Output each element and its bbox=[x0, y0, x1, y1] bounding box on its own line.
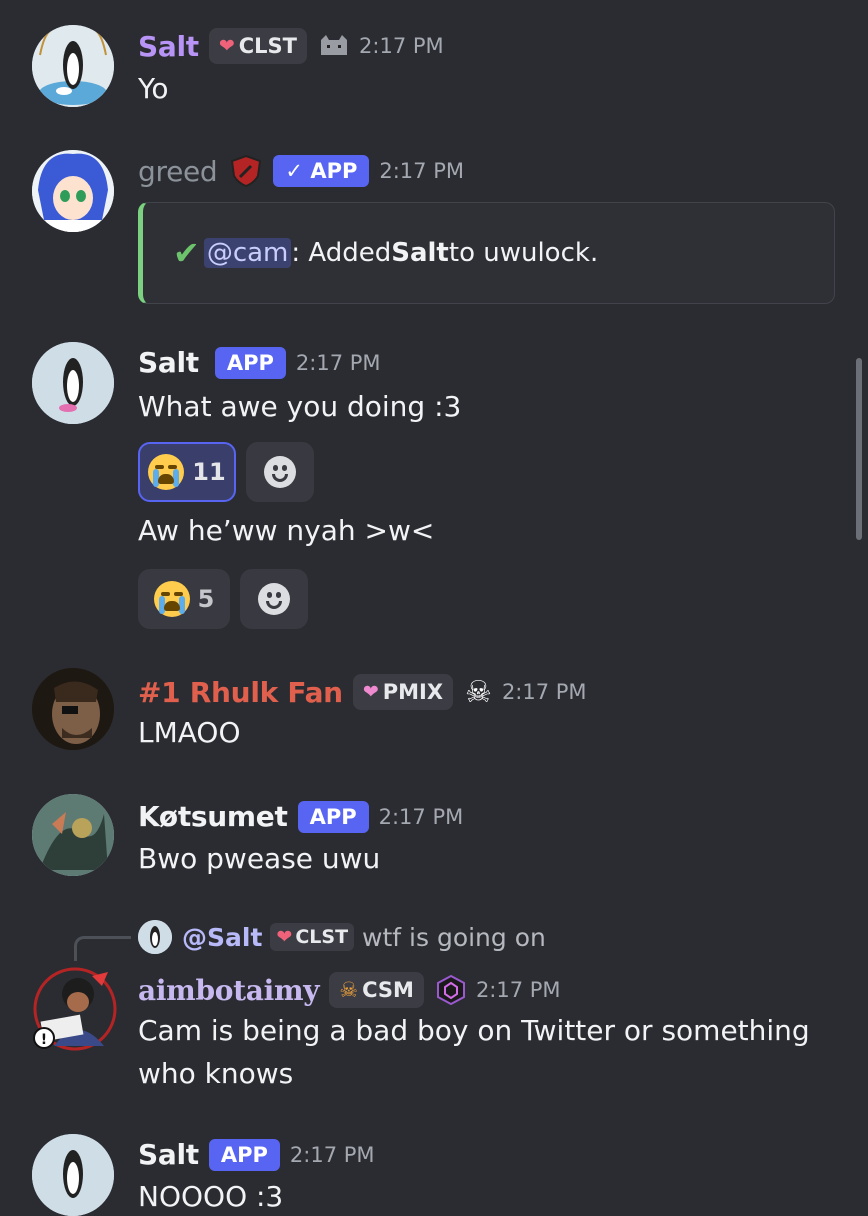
app-badge: APP bbox=[297, 800, 369, 833]
user-mention[interactable]: @cam bbox=[203, 238, 292, 268]
timestamp: 2:17 PM bbox=[378, 804, 464, 829]
guild-tag[interactable]: ❤ PMIX bbox=[352, 674, 454, 710]
reply-preview[interactable]: @Salt ❤ CLST wtf is going on bbox=[138, 920, 546, 954]
message-text: Aw he’ww nyah >w< bbox=[138, 514, 435, 547]
timestamp: 2:17 PM bbox=[295, 350, 381, 375]
username[interactable]: #1 Rhulk Fan bbox=[138, 676, 343, 709]
add-reaction-button[interactable] bbox=[240, 569, 308, 629]
username[interactable]: Salt bbox=[138, 30, 199, 63]
guild-tag[interactable]: ❤ CLST bbox=[270, 923, 355, 951]
sob-emoji bbox=[153, 581, 190, 617]
cat-icon bbox=[319, 35, 349, 57]
avatar[interactable]: ! bbox=[32, 966, 117, 1051]
avatar[interactable] bbox=[32, 150, 114, 232]
message-text: Bwo pwease uwu bbox=[138, 842, 381, 875]
guild-tag[interactable]: ❤ CLST bbox=[208, 28, 308, 64]
guild-tag[interactable]: ☠ CSM bbox=[329, 972, 424, 1008]
message-text: LMAOO bbox=[138, 716, 241, 749]
app-badge: APP bbox=[208, 1138, 280, 1171]
username[interactable]: greed bbox=[138, 155, 218, 188]
app-badge: APP bbox=[214, 346, 286, 379]
message-text: What awe you doing :3 bbox=[138, 390, 462, 423]
timestamp: 2:17 PM bbox=[475, 978, 561, 1002]
smile-icon bbox=[264, 456, 296, 488]
smile-icon bbox=[258, 583, 290, 615]
timestamp: 2:17 PM bbox=[289, 1142, 375, 1167]
message-text: Cam is being a bad boy on Twitter or som… bbox=[138, 1014, 810, 1047]
message-text: NOOOO :3 bbox=[138, 1180, 284, 1213]
reply-text: wtf is going on bbox=[362, 922, 546, 952]
timestamp: 2:17 PM bbox=[501, 680, 587, 704]
heart-icon: ❤ bbox=[276, 926, 293, 948]
username[interactable]: aimbotaimy bbox=[138, 974, 320, 1007]
avatar[interactable] bbox=[32, 668, 114, 750]
avatar bbox=[138, 920, 172, 954]
skull-icon: ☠ bbox=[339, 978, 359, 1002]
timestamp: 2:17 PM bbox=[379, 159, 464, 183]
reaction-count: 11 bbox=[192, 458, 226, 486]
embed-text: : Added bbox=[291, 238, 392, 268]
hexagon-badge-icon bbox=[436, 974, 466, 1006]
avatar[interactable] bbox=[32, 1134, 114, 1216]
username[interactable]: Køtsumet bbox=[138, 800, 288, 833]
reaction-sob[interactable]: 11 bbox=[138, 442, 236, 502]
avatar[interactable] bbox=[32, 342, 114, 424]
reply-username[interactable]: @Salt bbox=[182, 923, 262, 952]
username[interactable]: Salt bbox=[138, 1138, 199, 1171]
add-reaction-button[interactable] bbox=[246, 442, 314, 502]
message-text: who knows bbox=[138, 1057, 294, 1090]
avatar[interactable] bbox=[32, 25, 114, 107]
scrollbar[interactable] bbox=[856, 358, 862, 540]
embed-text: to uwulock. bbox=[448, 238, 599, 268]
username[interactable]: Salt bbox=[138, 346, 199, 379]
heart-icon: ❤ bbox=[218, 35, 235, 57]
reaction-count: 5 bbox=[197, 585, 215, 613]
embed: ✔ @cam : Added Salt to uwulock. bbox=[138, 202, 835, 304]
svg-text:!: ! bbox=[41, 1032, 47, 1048]
reaction-sob[interactable]: 5 bbox=[138, 569, 230, 629]
check-icon: ✔ bbox=[173, 234, 200, 272]
timestamp: 2:17 PM bbox=[359, 34, 444, 58]
sword-shield-icon bbox=[229, 154, 263, 188]
avatar[interactable] bbox=[32, 794, 114, 876]
skull-crossbones-icon: ☠ bbox=[465, 674, 492, 710]
heart-icon: ❤ bbox=[362, 681, 379, 703]
embed-bold: Salt bbox=[391, 238, 449, 268]
sob-emoji bbox=[148, 454, 185, 490]
message-text: Yo bbox=[138, 72, 169, 105]
reply-connector bbox=[74, 936, 131, 961]
app-badge: ✓ APP bbox=[273, 155, 370, 187]
